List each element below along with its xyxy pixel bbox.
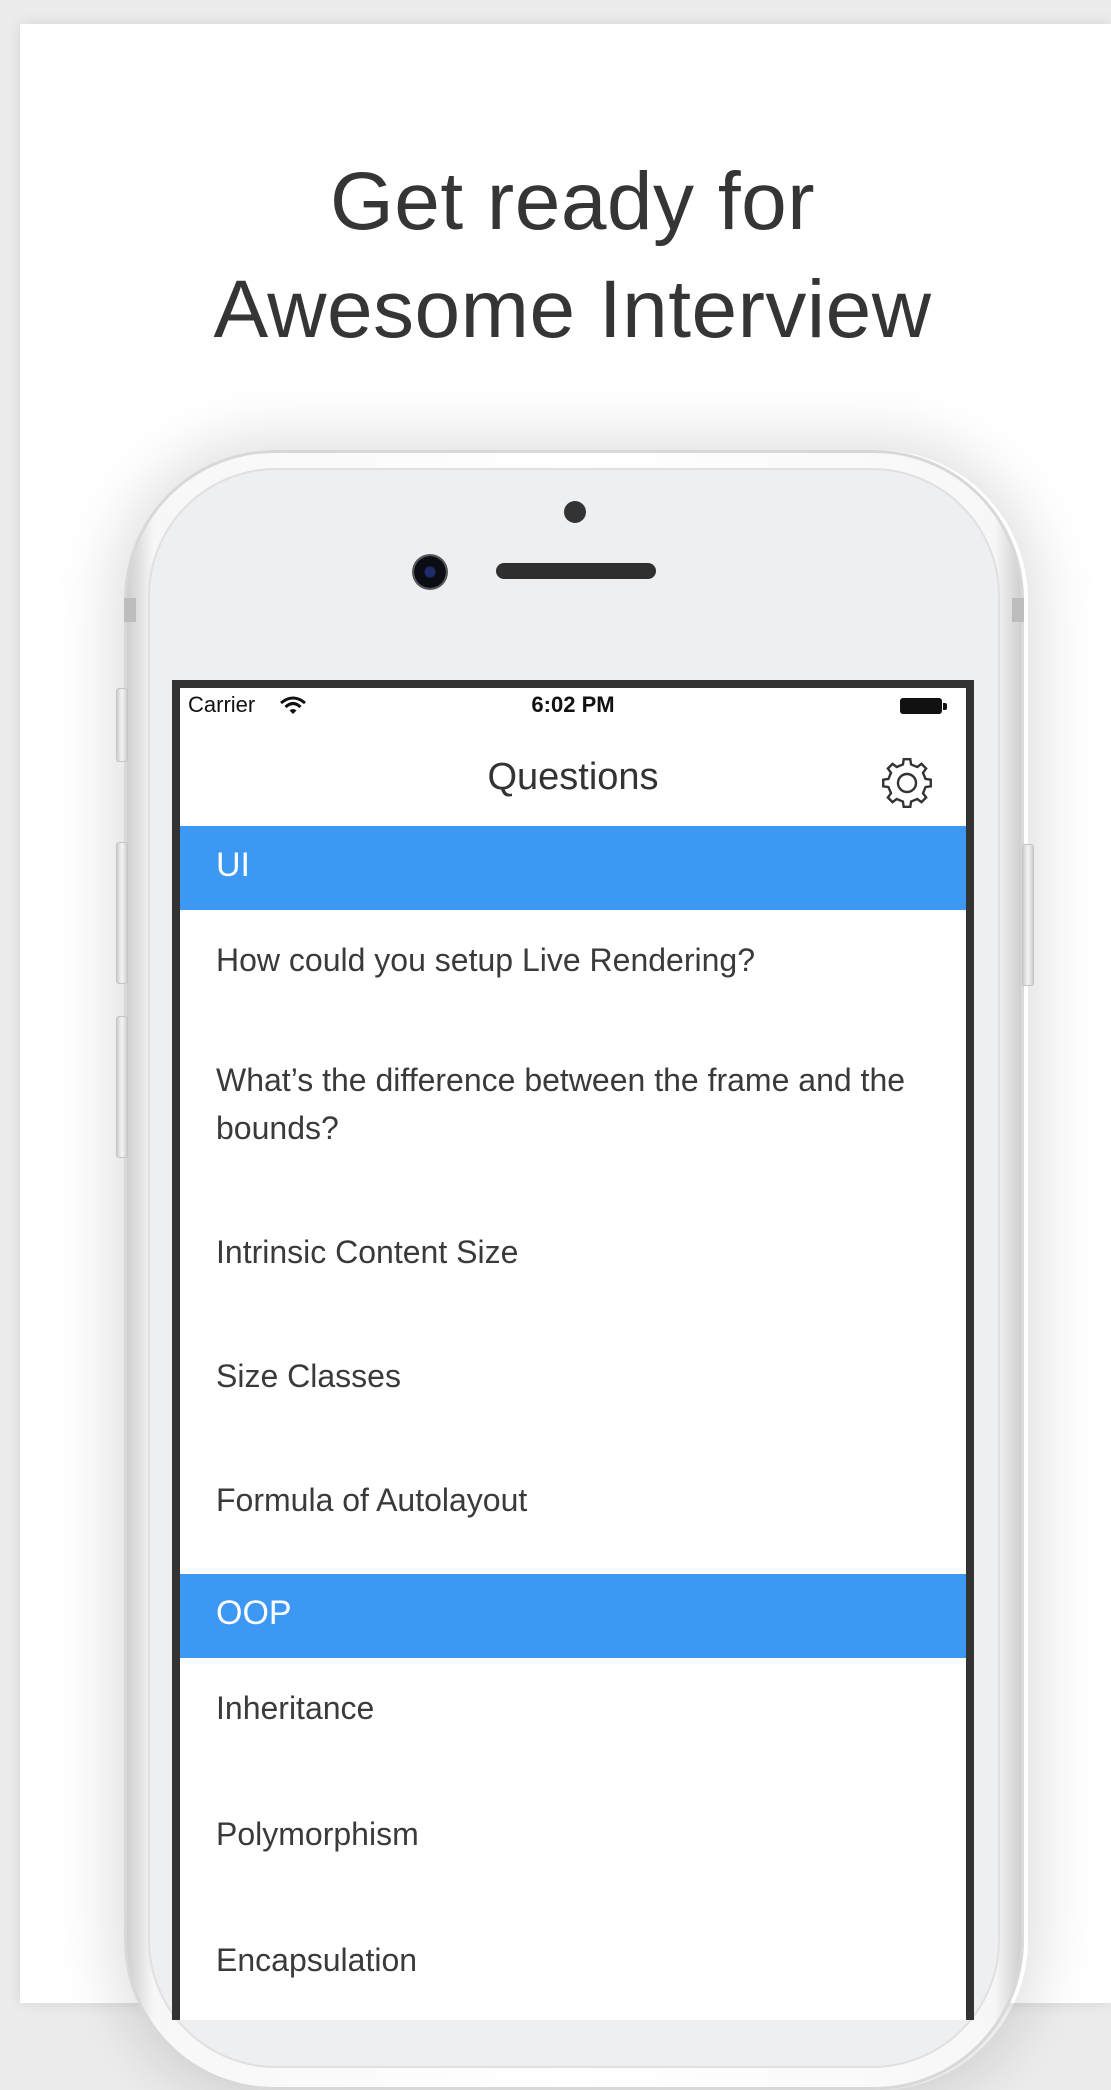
headline-line-2: Awesome Interview (213, 264, 932, 355)
list-item-label: Encapsulation (216, 1942, 418, 1978)
volume-up-button (116, 842, 128, 984)
earpiece-speaker (496, 563, 656, 579)
status-bar: Carrier 6:02 PM (180, 688, 966, 724)
phone-screen: Carrier 6:02 PM Questions UI How could y… (172, 680, 974, 2020)
section-title: OOP (216, 1594, 292, 1632)
list-item[interactable]: Intrinsic Content Size (180, 1196, 966, 1320)
list-item[interactable]: How could you setup Live Rendering? (180, 910, 966, 1026)
list-item-label: Inheritance (216, 1690, 375, 1726)
proximity-sensor (564, 501, 586, 523)
status-time: 6:02 PM (531, 692, 615, 717)
list-item-label: Intrinsic Content Size (216, 1234, 519, 1270)
list-item[interactable]: Polymorphism (180, 1782, 966, 1906)
headline: Get ready for Awesome Interview (0, 148, 1111, 364)
list-item-label: Size Classes (216, 1358, 401, 1394)
headline-line-1: Get ready for (329, 156, 816, 247)
mute-switch (116, 688, 128, 762)
page-title: Questions (487, 756, 659, 798)
section-header-ui: UI (180, 826, 966, 910)
list-item-label: How could you setup Live Rendering? (216, 942, 755, 978)
battery-nub (943, 703, 947, 710)
antenna-band-right (1012, 598, 1024, 622)
gear-icon[interactable] (880, 756, 934, 810)
list-item-label: Polymorphism (216, 1816, 419, 1852)
section-title: UI (216, 846, 250, 884)
antenna-band-left (124, 598, 136, 622)
list-item[interactable]: What’s the difference between the frame … (180, 1026, 966, 1196)
list-item-label: Formula of Autolayout (216, 1482, 528, 1518)
battery-icon (900, 698, 942, 714)
list-item[interactable]: Inheritance (180, 1658, 966, 1782)
app-screen: Carrier 6:02 PM Questions UI How could y… (180, 688, 966, 2020)
list-item[interactable]: Size Classes (180, 1320, 966, 1444)
front-camera-icon (414, 556, 446, 588)
volume-down-button (116, 1016, 128, 1158)
power-button (1022, 844, 1034, 986)
list-item-label: What’s the difference between the frame … (216, 1062, 906, 1146)
section-header-oop: OOP (180, 1574, 966, 1658)
navigation-bar: Questions (180, 724, 966, 826)
list-item[interactable]: Formula of Autolayout (180, 1444, 966, 1568)
